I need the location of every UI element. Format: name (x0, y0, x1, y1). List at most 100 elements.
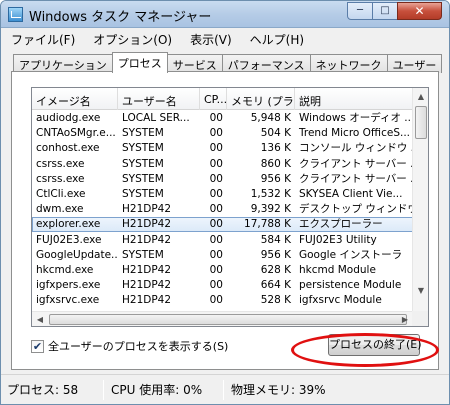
cell-description: クライアント サーバー ... (299, 157, 413, 170)
cell-cpu: 00 (209, 172, 223, 185)
cell-image-name: igfxpers.exe (36, 279, 101, 292)
cell-cpu: 00 (209, 294, 223, 307)
cell-memory: 1,532 K (250, 188, 291, 200)
cell-user-name: SYSTEM (122, 142, 164, 155)
cell-memory: 504 K (260, 127, 291, 140)
cell-user-name: SYSTEM (122, 127, 164, 140)
cell-cpu: 00 (209, 188, 223, 200)
column-header-description[interactable]: 説明 (295, 88, 413, 110)
column-header-user-name[interactable]: ユーザー名 (118, 88, 200, 110)
cell-memory: 9,392 K (250, 203, 291, 216)
cell-memory: 584 K (260, 233, 291, 246)
close-button[interactable]: ✕ (397, 2, 442, 20)
status-cpu-usage: CPU 使用率: 0% (111, 383, 203, 397)
scroll-up-arrow-icon[interactable]: ▲ (413, 88, 428, 104)
tab-processes[interactable]: プロセス (111, 52, 168, 73)
status-process-count: プロセス: 58 (7, 383, 79, 397)
cell-cpu: 00 (209, 127, 223, 140)
window-title: Windows タスク マネージャー (29, 10, 212, 25)
process-list[interactable]: イメージ名 ユーザー名 CP... メモリ (プラ... 説明 audiodg.… (31, 87, 429, 327)
cell-user-name: H21DP42 (122, 233, 172, 246)
cell-user-name: SYSTEM (122, 188, 164, 200)
cell-cpu: 00 (209, 218, 223, 231)
show-all-users-label[interactable]: 全ユーザーのプロセスを表示する(S) (48, 338, 228, 354)
cell-description: クライアント サーバー ... (299, 172, 413, 185)
process-row[interactable]: audiodg.exe LOCAL SER... 00 5,948 K Windows … (32, 111, 413, 126)
maximize-button[interactable]: □ (372, 2, 398, 20)
cell-image-name: igfxsrvc.exe (36, 294, 100, 307)
cell-description: hkcmd Module (299, 264, 376, 276)
processes-panel: イメージ名 ユーザー名 CP... メモリ (プラ... 説明 audiodg.… (11, 71, 439, 370)
cell-image-name: audiodg.exe (36, 112, 101, 124)
menu-help[interactable]: ヘルプ(H) (241, 31, 313, 48)
cell-memory: 628 K (260, 264, 291, 276)
cell-image-name: GoogleUpdate.... (36, 248, 118, 261)
cell-description: igfxsrvc Module (299, 294, 382, 307)
status-bar: プロセス: 58 CPU 使用率: 0% 物理メモリ: 39% (1, 374, 449, 404)
cell-memory: 664 K (260, 279, 291, 292)
process-list-viewport: イメージ名 ユーザー名 CP... メモリ (プラ... 説明 audiodg.… (32, 88, 413, 313)
cell-image-name: FUJ02E3.exe (36, 233, 102, 246)
cell-cpu: 00 (209, 112, 223, 124)
cell-image-name: dwm.exe (36, 203, 84, 216)
column-header-memory[interactable]: メモリ (プラ... (227, 88, 295, 110)
process-row[interactable]: csrss.exe SYSTEM 00 956 K クライアント サーバー ... (32, 172, 413, 187)
title-bar[interactable]: Windows タスク マネージャー ─ □ ✕ (1, 1, 449, 28)
cell-description: SKYSEA Client Vie... (299, 188, 403, 200)
process-row[interactable]: CNTAoSMgr.e... SYSTEM 00 504 K Trend Micro O… (32, 126, 413, 141)
process-row[interactable]: hkcmd.exe H21DP42 00 628 K hkcmd Module (32, 263, 413, 278)
cell-description: デスクトップ ウィンドウ ... (299, 203, 413, 216)
cell-memory: 136 K (260, 142, 291, 155)
cell-user-name: H21DP42 (122, 218, 172, 231)
cell-user-name: H21DP42 (122, 264, 172, 276)
menu-bar: ファイル(F) オプション(O) 表示(V) ヘルプ(H) (1, 29, 449, 49)
vertical-scrollbar[interactable]: ▲ ▼ (412, 88, 428, 313)
status-physical-memory: 物理メモリ: 39% (231, 383, 326, 397)
cell-memory: 956 K (260, 248, 291, 261)
cell-user-name: LOCAL SER... (122, 112, 190, 124)
task-manager-icon (8, 7, 23, 22)
process-row[interactable]: csrss.exe SYSTEM 00 860 K クライアント サーバー ... (32, 157, 413, 172)
end-process-button[interactable]: プロセスの終了(E) (328, 334, 422, 356)
cell-description: エクスプローラー (299, 218, 383, 231)
minimize-button[interactable]: ─ (347, 2, 373, 20)
column-header-cpu[interactable]: CP... (200, 88, 227, 110)
process-row[interactable]: igfxsrvc.exe H21DP42 00 528 K igfxsrvc Modul… (32, 293, 413, 308)
menu-file[interactable]: ファイル(F) (1, 31, 84, 48)
cell-description: コンソール ウィンドウ ... (299, 142, 413, 155)
menu-view[interactable]: 表示(V) (181, 31, 241, 48)
cell-cpu: 00 (209, 248, 223, 261)
cell-memory: 17,788 K (244, 218, 291, 231)
column-header-image-name[interactable]: イメージ名 (32, 88, 118, 110)
show-all-users-checkbox[interactable]: ✔ (31, 339, 44, 353)
cell-cpu: 00 (209, 233, 223, 246)
menu-options[interactable]: オプション(O) (84, 31, 181, 48)
process-row[interactable]: dwm.exe H21DP42 00 9,392 K デスクトップ ウィンドウ ... (32, 202, 413, 217)
vertical-scroll-thumb[interactable] (415, 106, 427, 139)
list-header: イメージ名 ユーザー名 CP... メモリ (プラ... 説明 (32, 88, 413, 110)
scroll-right-arrow-icon[interactable]: ▶ (397, 312, 413, 326)
process-row[interactable]: explorer.exe H21DP42 00 17,788 K エクスプローラー (32, 217, 413, 233)
process-row[interactable]: GoogleUpdate.... SYSTEM 00 956 K Google インスト… (32, 248, 413, 263)
cell-user-name: H21DP42 (122, 279, 172, 292)
task-manager-window: Windows タスク マネージャー ─ □ ✕ ファイル(F) オプション(O… (0, 0, 450, 405)
cell-description: Windows オーディオ ... (299, 112, 413, 124)
horizontal-scrollbar[interactable]: ◀ ▶ (32, 311, 413, 326)
cell-cpu: 00 (209, 279, 223, 292)
show-all-users-option[interactable]: ✔ 全ユーザーのプロセスを表示する(S) (31, 338, 228, 354)
process-row[interactable]: conhost.exe SYSTEM 00 136 K コンソール ウィンドウ ... (32, 141, 413, 156)
cell-image-name: CNTAoSMgr.e... (36, 127, 116, 140)
cell-image-name: csrss.exe (36, 157, 85, 170)
scroll-left-arrow-icon[interactable]: ◀ (32, 312, 48, 326)
process-row[interactable]: igfxpers.exe H21DP42 00 664 K persistence Mo… (32, 278, 413, 293)
cell-memory: 956 K (260, 172, 291, 185)
scroll-down-arrow-icon[interactable]: ▼ (413, 282, 428, 298)
cell-description: persistence Module (299, 279, 402, 292)
cell-cpu: 00 (209, 142, 223, 155)
process-row[interactable]: FUJ02E3.exe H21DP42 00 584 K FUJ02E3 Utility (32, 233, 413, 248)
cell-user-name: H21DP42 (122, 294, 172, 307)
cell-cpu: 00 (209, 264, 223, 276)
horizontal-scroll-thumb[interactable] (49, 314, 407, 325)
process-row[interactable]: CtlCli.exe SYSTEM 00 1,532 K SKYSEA Client V… (32, 187, 413, 202)
cell-description: Google インストーラ (299, 248, 403, 261)
